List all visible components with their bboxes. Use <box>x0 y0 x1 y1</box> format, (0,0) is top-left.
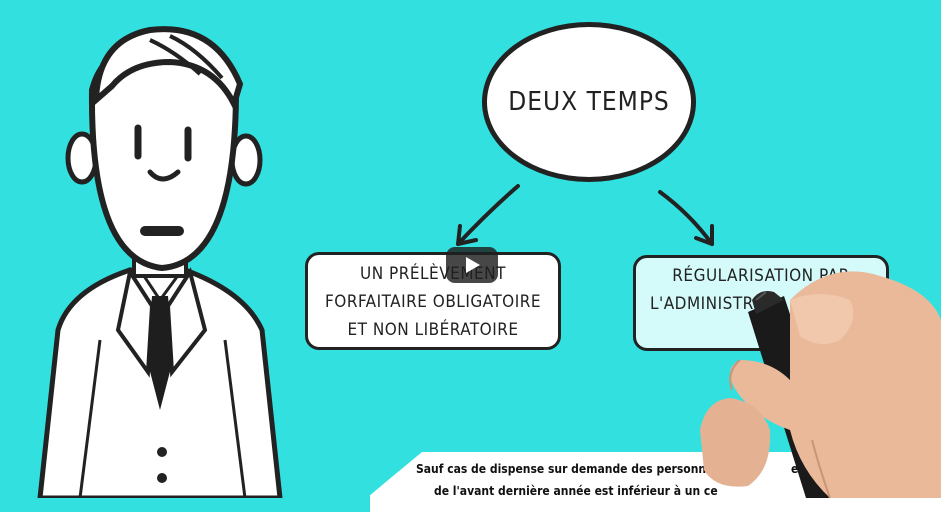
video-frame: DEUX TEMPS UN PRÉLÈVEMENT FORFAITAIRE OB… <box>0 0 941 512</box>
hand-with-marker-illustration <box>700 271 941 498</box>
